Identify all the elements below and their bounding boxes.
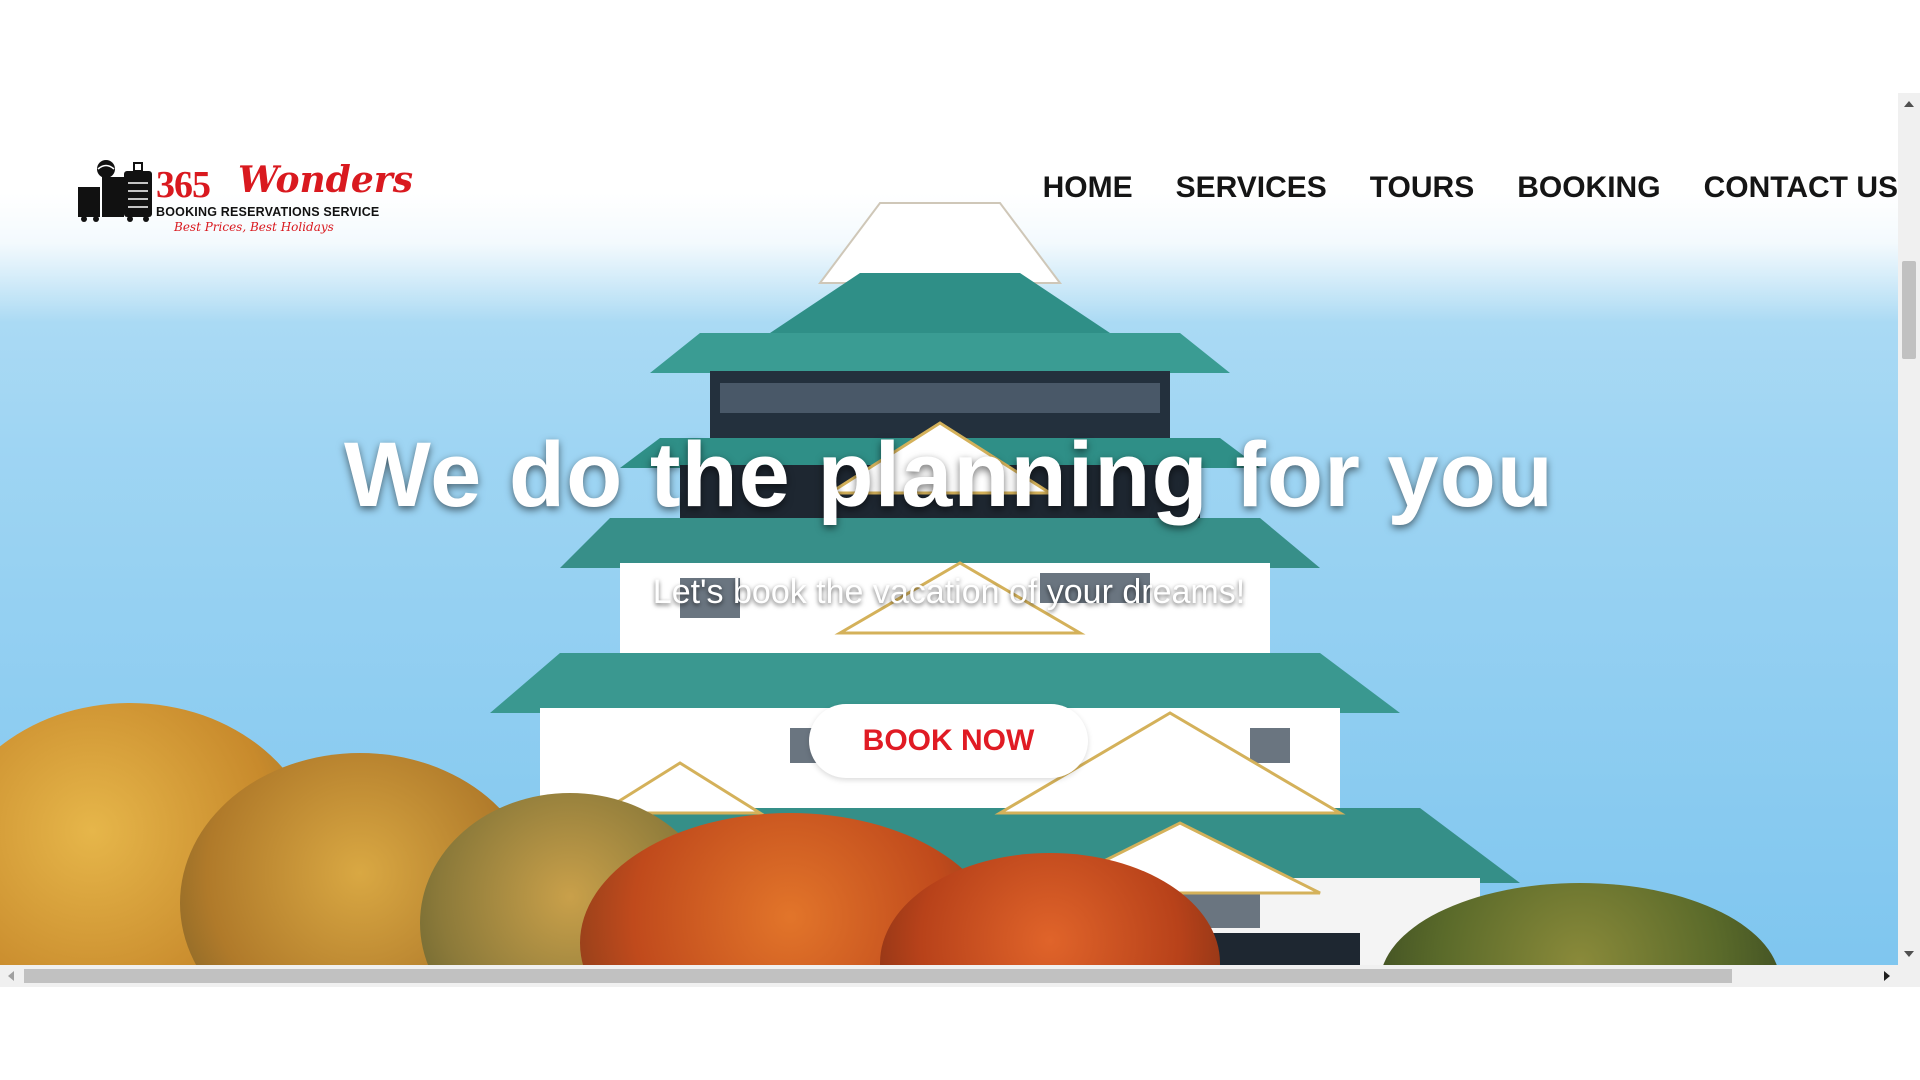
scroll-up-icon[interactable] [1898,93,1920,115]
nav-booking[interactable]: BOOKING [1517,171,1660,205]
nav-tours[interactable]: TOURS [1370,171,1474,205]
nav-services[interactable]: SERVICES [1176,171,1327,205]
luggage-globe-icon [78,160,152,222]
main-nav: HOME SERVICES TOURS BOOKING CONTACT US [1043,171,1898,205]
scroll-left-icon[interactable] [0,965,22,987]
scroll-down-icon[interactable] [1898,943,1920,965]
brand-logo[interactable]: 365 Wonders BOOKING RESERVATIONS SERVICE… [76,157,413,237]
hero-headline: We do the planning for you [343,424,1554,526]
book-now-button[interactable]: BOOK NOW [809,704,1088,778]
scrollbar-corner [1898,965,1920,987]
logo-subtitle: BOOKING RESERVATIONS SERVICE [156,205,380,219]
logo-number: 365 [156,164,211,206]
scroll-right-icon[interactable] [1876,965,1898,987]
hero-section: 365 Wonders BOOKING RESERVATIONS SERVICE… [0,93,1898,965]
vertical-scrollbar[interactable] [1898,93,1920,965]
vertical-scroll-thumb[interactable] [1902,261,1916,359]
page-viewport: 365 Wonders BOOKING RESERVATIONS SERVICE… [0,93,1898,965]
horizontal-scroll-thumb[interactable] [24,969,1732,983]
nav-contact-us[interactable]: CONTACT US [1704,171,1898,205]
hero-subheadline: Let's book the vacation of your dreams! [652,573,1246,611]
logo-name: Wonders [238,159,413,201]
logo-tagline: Best Prices, Best Holidays [174,220,334,234]
horizontal-scrollbar[interactable] [0,965,1898,987]
nav-home[interactable]: HOME [1043,171,1133,205]
